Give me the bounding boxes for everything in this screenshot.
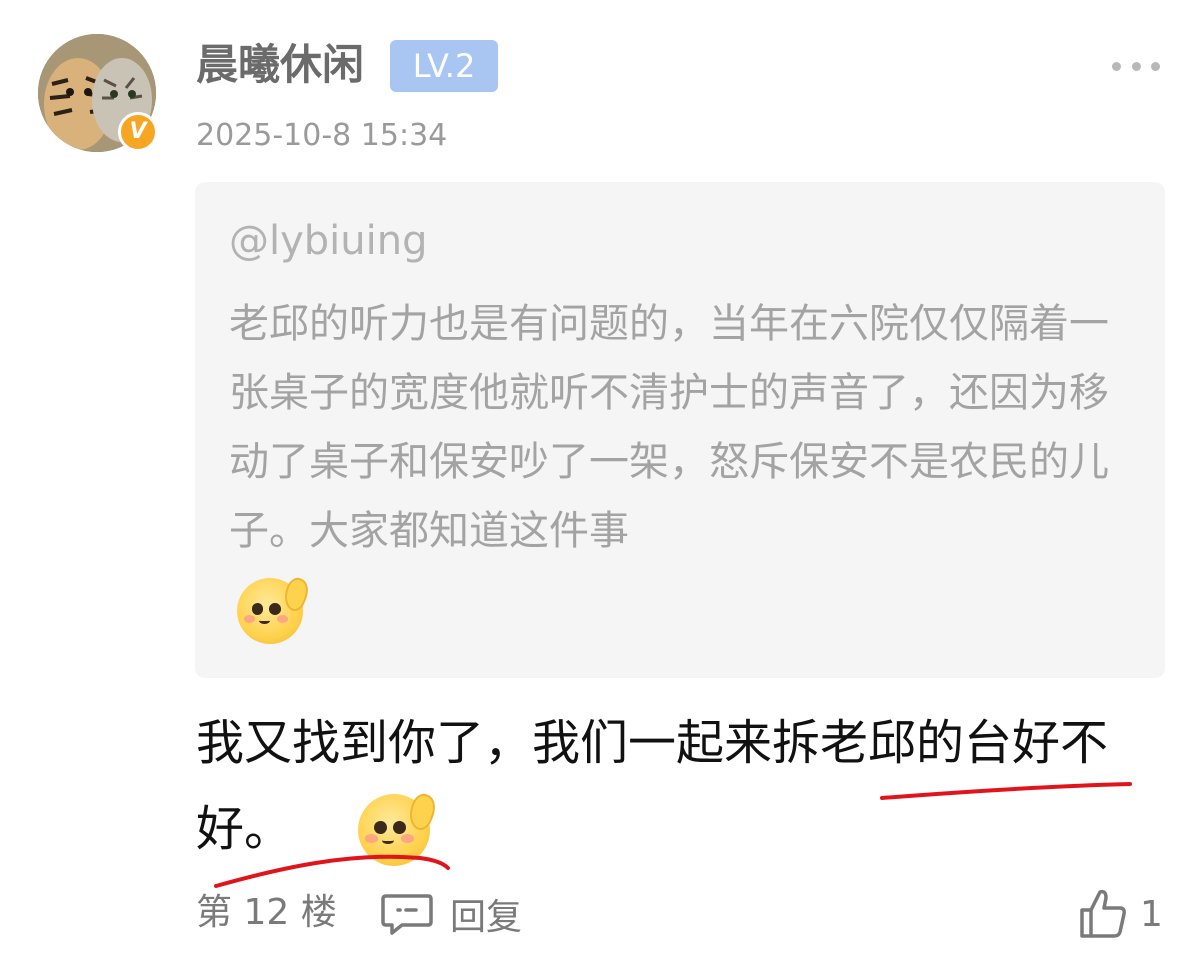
level-badge: LV.2 xyxy=(390,40,498,92)
blush-emoji-icon xyxy=(237,575,312,644)
reply-label: 回复 xyxy=(450,897,523,938)
like-button[interactable]: 1 xyxy=(1078,886,1163,942)
quoted-username[interactable]: @lybiuing xyxy=(229,214,428,268)
username[interactable]: 晨曦休闲 xyxy=(196,36,364,94)
comment-card: V 晨曦休闲 LV.2 2025-10-8 15:34 @lybiuing 老邱… xyxy=(0,0,1200,954)
blush-emoji-icon xyxy=(358,790,440,866)
thumbs-up-icon xyxy=(1080,889,1126,938)
comment-text: 我又找到你了，我们一起来拆老邱的台好不好。 xyxy=(196,715,1109,857)
comment-bubble-icon xyxy=(381,894,433,935)
quoted-comment[interactable]: @lybiuing 老邱的听力也是有问题的，当年在六院仅仅隔着一张桌子的宽度他就… xyxy=(195,182,1165,678)
quoted-text: 老邱的听力也是有问题的，当年在六院仅仅隔着一张桌子的宽度他就听不清护士的声音了，… xyxy=(229,301,1109,554)
more-options-icon[interactable] xyxy=(1112,48,1160,84)
dot-icon xyxy=(1151,61,1160,71)
verified-badge-icon: V xyxy=(118,112,158,152)
like-count: 1 xyxy=(1140,893,1163,935)
dot-icon xyxy=(1112,61,1121,71)
reply-button[interactable]: 回复 xyxy=(380,888,522,940)
post-timestamp: 2025-10-8 15:34 xyxy=(196,118,448,153)
dot-icon xyxy=(1131,61,1141,71)
floor-number: 第 12 楼 xyxy=(196,892,337,933)
